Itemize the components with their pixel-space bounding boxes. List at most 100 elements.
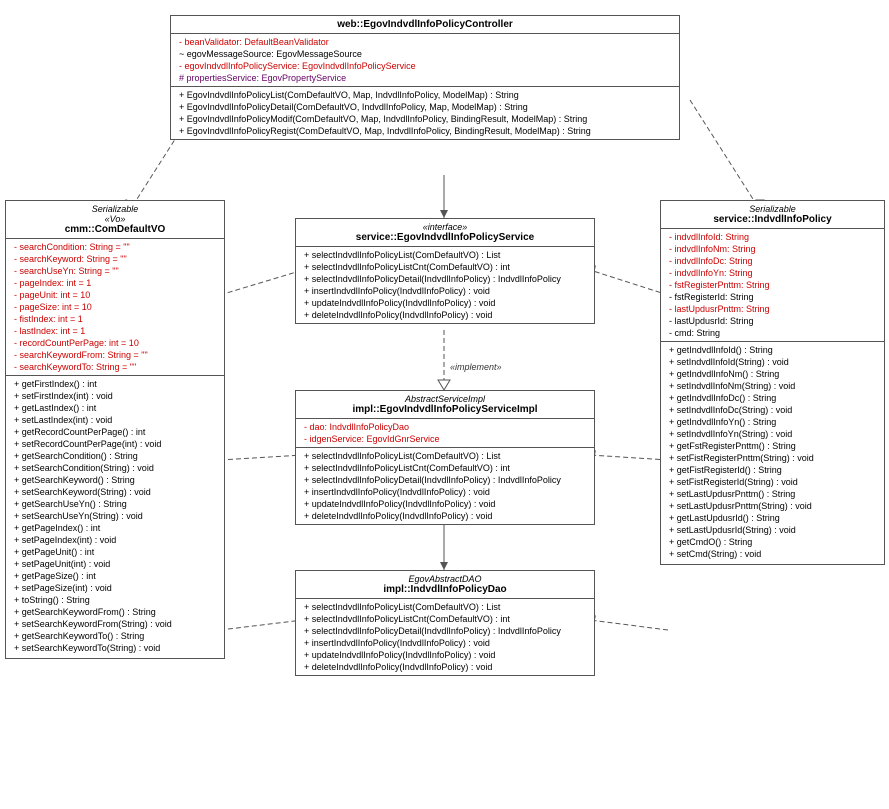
ip-m7: + getIndvdlInfoYn() : String — [666, 416, 879, 428]
indvdlinfopolicy-methods: + getIndvdlInfoId() : String + setIndvdl… — [661, 342, 884, 564]
field-1: - beanValidator: DefaultBeanValidator — [176, 36, 674, 48]
dao-box: EgovAbstractDAO impl::IndvdlInfoPolicyDa… — [295, 570, 595, 676]
cvo-f5: - pageUnit: int = 10 — [11, 289, 219, 301]
cvo-m3: + getLastIndex() : int — [11, 402, 219, 414]
ip-m11: + getFistRegisterId() : String — [666, 464, 879, 476]
serviceimpl-fields: - dao: IndvdlInfoPolicyDao - idgenServic… — [296, 419, 594, 448]
method-2: + EgovIndvdlInfoPolicyDetail(ComDefaultV… — [176, 101, 674, 113]
ip-m12: + setFistRegisterId(String) : void — [666, 476, 879, 488]
cvo-m7: + getSearchCondition() : String — [11, 450, 219, 462]
interface-stereotype: «interface» — [301, 222, 589, 232]
field-2: ~ egovMessageSource: EgovMessageSource — [176, 48, 674, 60]
ip-m6: + setIndvdlInfoDc(String) : void — [666, 404, 879, 416]
cvo-m5: + getRecordCountPerPage() : int — [11, 426, 219, 438]
serviceimpl-title: AbstractServiceImpl impl::EgovIndvdlInfo… — [296, 391, 594, 419]
controller-box: web::EgovIndvdlInfoPolicyController - be… — [170, 15, 680, 140]
si-m2: + selectIndvdlInfoPolicyListCnt(ComDefau… — [301, 462, 589, 474]
indvdlinfopolicy-fields: - indvdlInfoId: String - indvdlInfoNm: S… — [661, 229, 884, 342]
controller-fields: - beanValidator: DefaultBeanValidator ~ … — [171, 34, 679, 87]
dao-m4: + insertIndvdlInfoPolicy(IndvdlInfoPolic… — [301, 637, 589, 649]
ip-m2: + setIndvdlInfoId(String) : void — [666, 356, 879, 368]
dao-m2: + selectIndvdlInfoPolicyListCnt(ComDefau… — [301, 613, 589, 625]
cvo-m20: + getSearchKeywordFrom() : String — [11, 606, 219, 618]
ip-f9: - cmd: String — [666, 327, 879, 339]
si-m5: + updateIndvdlInfoPolicy(IndvdlInfoPolic… — [301, 498, 589, 510]
ip-f3: - indvdlInfoDc: String — [666, 255, 879, 267]
cvo-m22: + getSearchKeywordTo() : String — [11, 630, 219, 642]
serializable-label-1: Serializable — [11, 204, 219, 214]
ip-f1: - indvdlInfoId: String — [666, 231, 879, 243]
indvdlinfopolicy-name: service::IndvdlInfoPolicy — [666, 214, 879, 225]
cvo-m13: + getPageIndex() : int — [11, 522, 219, 534]
dao-methods: + selectIndvdlInfoPolicyList(ComDefaultV… — [296, 599, 594, 675]
ip-f5: - fstRegisterPnttm: String — [666, 279, 879, 291]
ip-f6: - fstRegisterId: String — [666, 291, 879, 303]
cvo-f6: - pageSize: int = 10 — [11, 301, 219, 313]
ip-m17: + getCmdO() : String — [666, 536, 879, 548]
controller-name: web::EgovIndvdlInfoPolicyController — [337, 19, 513, 30]
cvo-f7: - fistIndex: int = 1 — [11, 313, 219, 325]
cvo-f3: - searchUseYn: String = "" — [11, 265, 219, 277]
egovabstractdao-label: EgovAbstractDAO — [301, 574, 589, 584]
ip-m19 — [666, 560, 879, 562]
serviceimpl-methods: + selectIndvdlInfoPolicyList(ComDefaultV… — [296, 448, 594, 524]
svc-m4: + insertIndvdlInfoPolicy(IndvdlInfoPolic… — [301, 285, 589, 297]
cvo-m19: + toString() : String — [11, 594, 219, 606]
cvo-m2: + setFirstIndex(int) : void — [11, 390, 219, 402]
cvo-m6: + setRecordCountPerPage(int) : void — [11, 438, 219, 450]
ip-f7: - lastUpdusrPnttm: String — [666, 303, 879, 315]
service-title: «interface» service::EgovIndvdlInfoPolic… — [296, 219, 594, 247]
si-m1: + selectIndvdlInfoPolicyList(ComDefaultV… — [301, 450, 589, 462]
comdefaultvo-box: Serializable «Vo» cmm::ComDefaultVO - se… — [5, 200, 225, 659]
cvo-m8: + setSearchCondition(String) : void — [11, 462, 219, 474]
svc-m2: + selectIndvdlInfoPolicyListCnt(ComDefau… — [301, 261, 589, 273]
svc-m5: + updateIndvdlInfoPolicy(IndvdlInfoPolic… — [301, 297, 589, 309]
cvo-m16: + setPageUnit(int) : void — [11, 558, 219, 570]
comdefaultvo-methods: + getFirstIndex() : int + setFirstIndex(… — [6, 376, 224, 658]
ip-m10: + setFistRegisterPnttm(String) : void — [666, 452, 879, 464]
method-4: + EgovIndvdlInfoPolicyRegist(ComDefaultV… — [176, 125, 674, 137]
service-name: service::EgovIndvdlInfoPolicyService — [301, 232, 589, 243]
dao-name: impl::IndvdlInfoPolicyDao — [301, 584, 589, 595]
ip-m5: + getIndvdlInfoDc() : String — [666, 392, 879, 404]
cvo-f10: - searchKeywordFrom: String = "" — [11, 349, 219, 361]
cvo-m14: + setPageIndex(int) : void — [11, 534, 219, 546]
controller-methods: + EgovIndvdlInfoPolicyList(ComDefaultVO,… — [171, 87, 679, 139]
indvdlinfopolicy-box: Serializable service::IndvdlInfoPolicy -… — [660, 200, 885, 565]
cvo-m1: + getFirstIndex() : int — [11, 378, 219, 390]
cvo-m17: + getPageSize() : int — [11, 570, 219, 582]
ip-m15: + getLastUpdusrId() : String — [666, 512, 879, 524]
cvo-m23: + setSearchKeywordTo(String) : void — [11, 642, 219, 654]
comdefaultvo-title: Serializable «Vo» cmm::ComDefaultVO — [6, 201, 224, 239]
cvo-f1: - searchCondition: String = "" — [11, 241, 219, 253]
cvo-m24 — [11, 654, 219, 656]
dao-m5: + updateIndvdlInfoPolicy(IndvdlInfoPolic… — [301, 649, 589, 661]
serializable-label-2: Serializable — [666, 204, 879, 214]
dao-m3: + selectIndvdlInfoPolicyDetail(IndvdlInf… — [301, 625, 589, 637]
ip-f8: - lastUpdusrId: String — [666, 315, 879, 327]
ip-m16: + setLastUpdusrId(String) : void — [666, 524, 879, 536]
dao-m6: + deleteIndvdlInfoPolicy(IndvdlInfoPolic… — [301, 661, 589, 673]
serviceimpl-box: AbstractServiceImpl impl::EgovIndvdlInfo… — [295, 390, 595, 525]
dao-m1: + selectIndvdlInfoPolicyList(ComDefaultV… — [301, 601, 589, 613]
si-m4: + insertIndvdlInfoPolicy(IndvdlInfoPolic… — [301, 486, 589, 498]
ip-m4: + setIndvdlInfoNm(String) : void — [666, 380, 879, 392]
field-4: # propertiesService: EgovPropertyService — [176, 72, 674, 84]
cvo-f4: - pageIndex: int = 1 — [11, 277, 219, 289]
ip-f2: - indvdlInfoNm: String — [666, 243, 879, 255]
ip-m14: + setLastUpdusrPnttm(String) : void — [666, 500, 879, 512]
ip-m13: + setLastUpdusrPnttm() : String — [666, 488, 879, 500]
cvo-m21: + setSearchKeywordFrom(String) : void — [11, 618, 219, 630]
si-f1: - dao: IndvdlInfoPolicyDao — [301, 421, 589, 433]
dao-title: EgovAbstractDAO impl::IndvdlInfoPolicyDa… — [296, 571, 594, 599]
cvo-m10: + setSearchKeyword(String) : void — [11, 486, 219, 498]
ip-m18: + setCmd(String) : void — [666, 548, 879, 560]
svc-m6: + deleteIndvdlInfoPolicy(IndvdlInfoPolic… — [301, 309, 589, 321]
cvo-m4: + setLastIndex(int) : void — [11, 414, 219, 426]
service-methods: + selectIndvdlInfoPolicyList(ComDefaultV… — [296, 247, 594, 323]
cvo-f2: - searchKeyword: String = "" — [11, 253, 219, 265]
cvo-m12: + setSearchUseYn(String) : void — [11, 510, 219, 522]
method-1: + EgovIndvdlInfoPolicyList(ComDefaultVO,… — [176, 89, 674, 101]
ip-m8: + setIndvdlInfoYn(String) : void — [666, 428, 879, 440]
cvo-m15: + getPageUnit() : int — [11, 546, 219, 558]
